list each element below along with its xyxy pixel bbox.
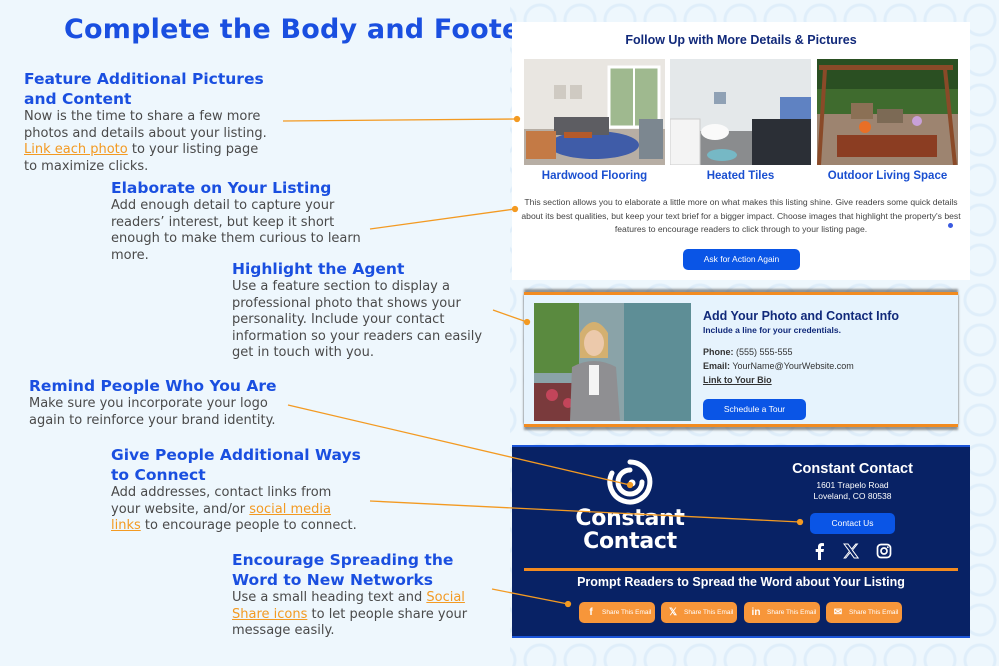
facebook-icon: f (589, 607, 593, 618)
tip-text: Add enough detail to capture your reader… (111, 198, 361, 263)
contact-us-button[interactable]: Contact Us (810, 513, 895, 534)
details-heading: Follow Up with More Details & Pictures (625, 33, 857, 47)
tip-heading: Encourage Spreading the Word to New Netw… (232, 551, 454, 589)
tip-text-part: Now is the time to share a few more phot… (24, 109, 267, 141)
details-body-text: This section allows you to elaborate a l… (521, 197, 961, 234)
agent-credentials: Include a line for your credentials. (703, 325, 841, 335)
share-label: Share This Email (684, 609, 734, 616)
share-email-button[interactable]: ✉ Share This Email (826, 602, 902, 623)
tip-highlight-agent: Highlight the Agent Use a feature sectio… (232, 259, 494, 362)
bathroom-photo[interactable] (670, 59, 811, 165)
email-label: Email: (703, 361, 731, 371)
tip-text: Use a small heading text and Social Shar… (232, 590, 477, 640)
photo-caption[interactable]: Hardwood Flooring (524, 170, 665, 182)
email-details-section: Follow Up with More Details & Pictures H… (512, 22, 970, 280)
company-name: Constant Contact (792, 461, 913, 477)
logo-text: Contact (583, 529, 677, 554)
bio-link[interactable]: Link to Your Bio (703, 375, 772, 385)
photo-caption[interactable]: Outdoor Living Space (817, 170, 958, 182)
tip-text: Use a feature section to display a profe… (232, 279, 483, 360)
agent-email: Email: YourName@YourWebsite.com (703, 361, 854, 371)
facebook-icon[interactable] (810, 541, 830, 561)
x-icon: 𝕏 (668, 607, 678, 618)
email-footer: Constant Contact Constant Contact 1601 T… (512, 445, 970, 638)
footer-divider (524, 568, 958, 571)
living-room-photo[interactable] (524, 59, 665, 165)
tip-text: Add addresses, contact links from your w… (111, 485, 361, 535)
schedule-tour-button[interactable]: Schedule a Tour (703, 399, 806, 420)
share-label: Share This Email (602, 609, 652, 616)
tip-elaborate-listing: Elaborate on Your Listing Add enough det… (111, 178, 366, 264)
tip-text-part: to encourage people to connect. (144, 518, 357, 533)
tip-feature-pictures: Feature Additional Pictures and Content … (24, 69, 274, 175)
logo-mark-icon (607, 459, 653, 505)
tip-text: Now is the time to share a few more phot… (24, 109, 274, 175)
mail-icon: ✉ (833, 607, 843, 618)
agent-phone: Phone: (555) 555-555 (703, 347, 793, 357)
agent-heading: Add Your Photo and Contact Info (703, 309, 900, 323)
linkedin-icon: in (751, 607, 761, 618)
link-each-photo-link[interactable]: Link each photo (24, 142, 128, 157)
photo-caption[interactable]: Heated Tiles (670, 170, 811, 182)
phone-value: (555) 555-555 (736, 347, 793, 357)
agent-photo (534, 303, 691, 421)
agent-contact-card: Add Your Photo and Contact Info Include … (524, 292, 958, 427)
share-heading: Prompt Readers to Spread the Word about … (577, 575, 905, 589)
address-line: 1601 Trapelo Road (816, 480, 889, 490)
x-icon[interactable] (841, 541, 861, 561)
tip-spread-word: Encourage Spreading the Word to New Netw… (232, 550, 477, 640)
tip-additional-ways: Give People Additional Ways to Connect A… (111, 445, 361, 535)
tip-text-part: Use a small heading text and (232, 590, 423, 605)
share-x-button[interactable]: 𝕏 Share This Email (661, 602, 737, 623)
logo-text: Constant (575, 506, 685, 531)
tip-heading: Give People Additional Ways to Connect (111, 446, 361, 484)
tip-heading: Feature Additional Pictures and Content (24, 70, 264, 108)
ask-for-action-button[interactable]: Ask for Action Again (683, 249, 800, 270)
share-linkedin-button[interactable]: in Share This Email (744, 602, 820, 623)
page-title: Complete the Body and Footer (64, 14, 535, 45)
phone-label: Phone: (703, 347, 734, 357)
tip-heading: Remind People Who You Are (29, 377, 277, 395)
tip-heading: Elaborate on Your Listing (111, 179, 332, 197)
tip-heading: Highlight the Agent (232, 260, 405, 278)
constant-contact-logo[interactable]: Constant Contact (570, 459, 690, 553)
share-label: Share This Email (849, 609, 899, 616)
email-value[interactable]: YourName@YourWebsite.com (732, 361, 853, 371)
patio-photo[interactable] (817, 59, 958, 165)
address-line: Loveland, CO 80538 (813, 491, 892, 501)
share-label: Share This Email (767, 609, 817, 616)
edit-handle-icon[interactable] (948, 223, 953, 228)
instagram-icon[interactable] (874, 541, 894, 561)
tip-text: Make sure you incorporate your logo agai… (29, 396, 276, 428)
share-facebook-button[interactable]: f Share This Email (579, 602, 655, 623)
tip-remind-people: Remind People Who You Are Make sure you … (29, 376, 299, 429)
